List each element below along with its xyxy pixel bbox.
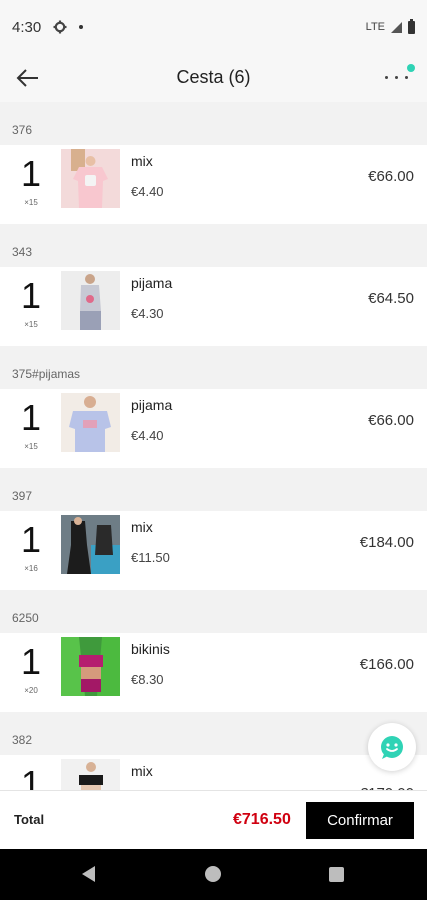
line-total: €166.00 [359, 656, 414, 673]
group-header: 376 [0, 102, 427, 145]
unit-price: €4.40 [131, 428, 164, 443]
signal-icon [391, 21, 402, 33]
line-total: €184.00 [359, 534, 414, 551]
unit-price: €11.50 [131, 550, 170, 565]
line-total: €66.00 [368, 168, 414, 185]
chat-smile-icon [381, 736, 403, 759]
nav-home-icon[interactable] [205, 866, 221, 882]
product-name: mix [131, 519, 153, 535]
pack-size: ×15 [24, 442, 38, 451]
line-total: €64.50 [368, 290, 414, 307]
pack-size: ×20 [24, 686, 38, 695]
total-label: Total [14, 812, 45, 827]
total-amount: €716.50 [233, 811, 291, 828]
pack-size: ×16 [24, 564, 38, 573]
product-name: mix [131, 153, 153, 169]
product-image[interactable] [61, 515, 120, 574]
product-image[interactable] [61, 271, 120, 330]
pack-size: ×15 [24, 198, 38, 207]
cart-item[interactable]: 1 ×20 bikinis €8.30 €166.00 [0, 633, 427, 712]
confirm-button[interactable]: Confirmar [306, 802, 414, 839]
quantity[interactable]: 1 [10, 519, 52, 561]
product-image[interactable] [61, 637, 120, 696]
product-name: pijama [131, 275, 173, 291]
chat-button[interactable] [368, 723, 416, 771]
battery-icon [408, 18, 415, 34]
product-name: mix [131, 763, 153, 779]
app-bar: Cesta (6) [0, 54, 427, 102]
unit-price: €4.30 [131, 306, 164, 321]
notification-dot-icon [79, 25, 84, 29]
product-image[interactable] [61, 149, 120, 208]
quantity[interactable]: 1 [10, 275, 52, 317]
cart-item[interactable]: 1 ×16 mix €11.50 €184.00 [0, 511, 427, 590]
system-nav-bar [0, 849, 427, 900]
checkout-bar: Total €716.50 Confirmar [0, 790, 427, 849]
quantity[interactable]: 1 [10, 153, 52, 195]
status-bar: 4:30 LTE [0, 0, 427, 54]
quantity[interactable]: 1 [10, 397, 52, 439]
group-header: 397 [0, 468, 427, 511]
cart-item[interactable]: 1 ×15 mix €4.40 €66.00 [0, 145, 427, 224]
nav-back-icon[interactable] [82, 866, 95, 882]
more-icon [385, 76, 408, 79]
nav-recent-apps-icon[interactable] [329, 867, 344, 882]
group-header: 382 [0, 712, 427, 755]
unit-price: €4.40 [131, 184, 164, 199]
group-header: 375#pijamas [0, 346, 427, 389]
cart-item[interactable]: 1 ×15 pijama €4.30 €64.50 [0, 267, 427, 346]
status-time: 4:30 [12, 18, 42, 36]
group-header: 343 [0, 224, 427, 267]
line-total: €66.00 [368, 412, 414, 429]
gear-icon [53, 20, 67, 34]
page-title: Cesta (6) [176, 67, 251, 87]
cart-item[interactable]: 1 ×15 pijama €4.40 €66.00 [0, 389, 427, 468]
group-header: 6250 [0, 590, 427, 633]
more-options-button[interactable] [383, 64, 415, 90]
new-badge-dot [407, 64, 415, 72]
product-name: bikinis [131, 641, 170, 657]
unit-price: €8.30 [131, 672, 164, 687]
product-image[interactable] [61, 393, 120, 452]
quantity[interactable]: 1 [10, 641, 52, 683]
pack-size: ×15 [24, 320, 38, 329]
network-label: LTE [365, 21, 385, 33]
cart-list: 376 1 ×15 mix €4.40 €66.00 343 1 ×15 pij… [0, 102, 427, 834]
product-name: pijama [131, 397, 173, 413]
